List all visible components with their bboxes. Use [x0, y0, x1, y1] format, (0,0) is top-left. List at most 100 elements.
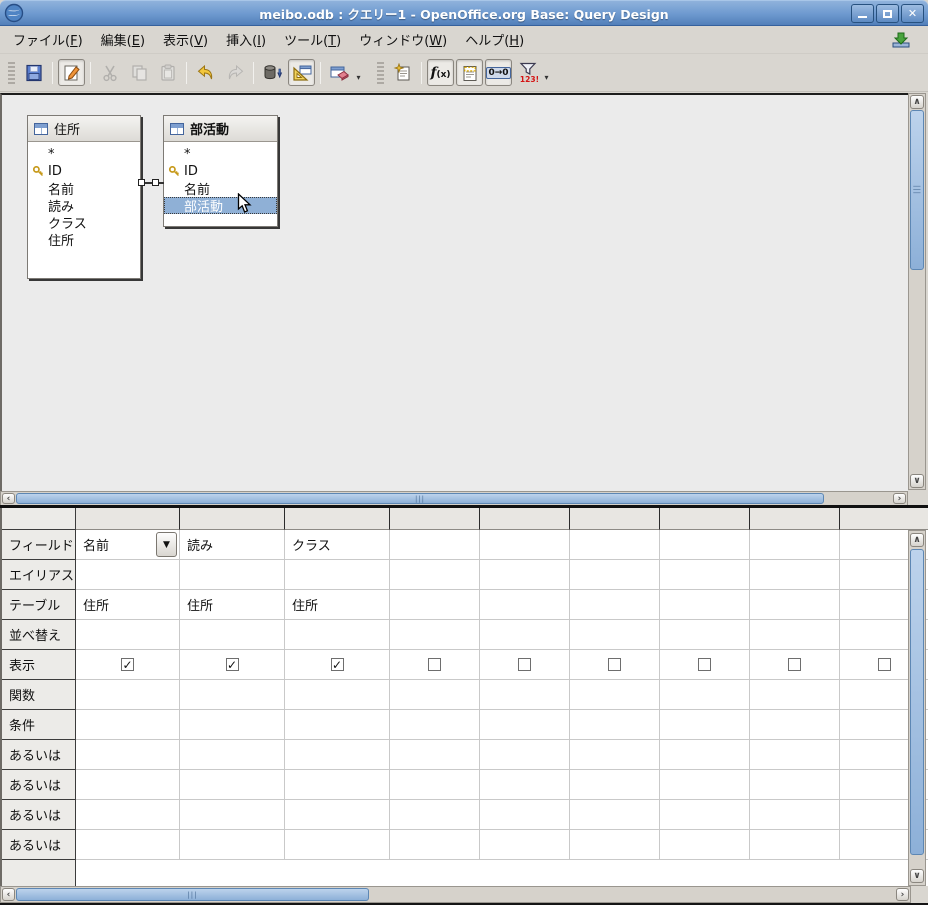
grid-cell[interactable] [480, 560, 570, 590]
grid-cell[interactable]: 読み [180, 530, 285, 560]
grid-cell[interactable] [750, 710, 840, 740]
grid-cell[interactable] [76, 680, 180, 710]
grid-cell[interactable] [570, 830, 660, 860]
table-field-item[interactable]: 読み [28, 197, 140, 214]
grid-cell[interactable] [750, 530, 840, 560]
grid-cell[interactable] [480, 830, 570, 860]
grid-horizontal-scrollbar[interactable]: ‹ ||| › [0, 886, 911, 903]
grid-cell[interactable] [750, 650, 840, 680]
functions-toggle-button[interactable]: f(x) [427, 59, 454, 86]
minimize-button[interactable] [851, 4, 874, 23]
grid-cell[interactable] [570, 680, 660, 710]
grid-cell[interactable] [750, 800, 840, 830]
grid-cell[interactable] [660, 590, 750, 620]
design-vertical-scrollbar[interactable]: ∧ ||| ∨ [908, 93, 926, 490]
table-field-item[interactable]: ID [164, 163, 277, 180]
grid-cell[interactable]: ✓ [76, 650, 180, 680]
grid-cell[interactable] [660, 680, 750, 710]
grid-cell[interactable]: 名前▼ [76, 530, 180, 560]
add-table-button[interactable] [389, 59, 416, 86]
checkbox-unchecked[interactable] [428, 658, 441, 671]
field-dropdown-button[interactable]: ▼ [156, 532, 177, 557]
checkbox-unchecked[interactable] [698, 658, 711, 671]
scrollbar-thumb[interactable] [910, 549, 924, 855]
grid-vertical-scrollbar[interactable]: ∧ ∨ [908, 530, 926, 886]
grid-cell[interactable] [285, 710, 390, 740]
grid-cell[interactable] [390, 680, 480, 710]
grid-cell[interactable] [570, 800, 660, 830]
grid-cell[interactable] [285, 560, 390, 590]
clear-query-button[interactable] [326, 59, 353, 86]
grid-cell[interactable] [750, 590, 840, 620]
grid-cell[interactable] [660, 650, 750, 680]
grid-cell[interactable]: クラス [285, 530, 390, 560]
table-field-item[interactable]: * [28, 146, 140, 163]
grid-cell[interactable] [390, 740, 480, 770]
grid-cell[interactable] [285, 800, 390, 830]
scroll-down-button[interactable]: ∨ [910, 474, 924, 488]
table-field-item[interactable]: 部活動 [164, 197, 277, 214]
menu-item-window[interactable]: ウィンドウ(W) [350, 26, 456, 53]
table-panel-bukatsudo[interactable]: 部活動*ID名前部活動 [163, 115, 278, 227]
grid-cell[interactable] [750, 830, 840, 860]
table-field-item[interactable]: * [164, 146, 277, 163]
table-field-item[interactable]: 名前 [28, 180, 140, 197]
grid-cell[interactable]: ✓ [285, 650, 390, 680]
grid-column-header[interactable] [570, 508, 660, 530]
grid-cell[interactable] [390, 530, 480, 560]
grid-column-header[interactable] [285, 508, 390, 530]
grid-cell[interactable] [390, 560, 480, 590]
grid-cell[interactable] [480, 620, 570, 650]
scroll-left-button[interactable]: ‹ [2, 888, 15, 901]
grid-cell[interactable] [390, 710, 480, 740]
scroll-right-button[interactable]: › [896, 888, 909, 901]
grid-cell[interactable] [180, 620, 285, 650]
close-button[interactable]: ✕ [901, 4, 924, 23]
grid-cell[interactable] [285, 770, 390, 800]
grid-column-header[interactable] [660, 508, 750, 530]
grid-cell[interactable] [570, 770, 660, 800]
grid-cell[interactable] [76, 710, 180, 740]
grid-cell[interactable] [570, 620, 660, 650]
grid-cell[interactable] [180, 740, 285, 770]
clear-query-dropdown-arrow[interactable]: ▾ [354, 59, 363, 86]
grid-column-header[interactable] [480, 508, 570, 530]
join-connector-endpoint[interactable] [138, 179, 145, 186]
grid-cell[interactable] [480, 740, 570, 770]
grid-cell[interactable] [660, 770, 750, 800]
checkbox-unchecked[interactable] [788, 658, 801, 671]
grid-column-header[interactable] [180, 508, 285, 530]
grid-column-header[interactable] [390, 508, 480, 530]
grid-cell[interactable] [480, 590, 570, 620]
grid-cell[interactable] [180, 710, 285, 740]
grid-cell[interactable] [76, 770, 180, 800]
grid-cell[interactable] [750, 560, 840, 590]
scroll-up-button[interactable]: ∧ [910, 95, 924, 109]
table-field-item[interactable]: ID [28, 163, 140, 180]
menu-item-edit[interactable]: 編集(E) [92, 26, 154, 53]
join-connector-endpoint[interactable] [152, 179, 159, 186]
table-name-toggle-button[interactable] [456, 59, 483, 86]
grid-cell[interactable] [660, 560, 750, 590]
alias-toggle-button[interactable]: 0→0 [485, 59, 512, 86]
grid-cell[interactable]: ✓ [180, 650, 285, 680]
grid-cell[interactable] [76, 800, 180, 830]
scroll-left-button[interactable]: ‹ [2, 493, 15, 504]
grid-cell[interactable] [390, 590, 480, 620]
distinct-values-button[interactable]: 123! [514, 59, 541, 86]
grid-column-header[interactable] [840, 508, 928, 530]
query-design-canvas[interactable]: 住所*ID名前読みクラス住所部活動*ID名前部活動 [0, 93, 908, 491]
grid-cell[interactable] [76, 620, 180, 650]
grid-cell[interactable] [180, 800, 285, 830]
menu-item-tools[interactable]: ツール(T) [275, 26, 350, 53]
grid-cell[interactable] [660, 620, 750, 650]
grid-column-header[interactable] [76, 508, 180, 530]
grid-cell[interactable] [660, 800, 750, 830]
design-horizontal-scrollbar[interactable]: ‹ ||| › [0, 491, 908, 506]
grid-cell[interactable]: 住所 [285, 590, 390, 620]
undo-button[interactable] [192, 59, 219, 86]
maximize-button[interactable] [876, 4, 899, 23]
grid-cell[interactable]: 住所 [76, 590, 180, 620]
table-panel-jusho[interactable]: 住所*ID名前読みクラス住所 [27, 115, 141, 279]
load-url-icon[interactable] [890, 30, 912, 50]
